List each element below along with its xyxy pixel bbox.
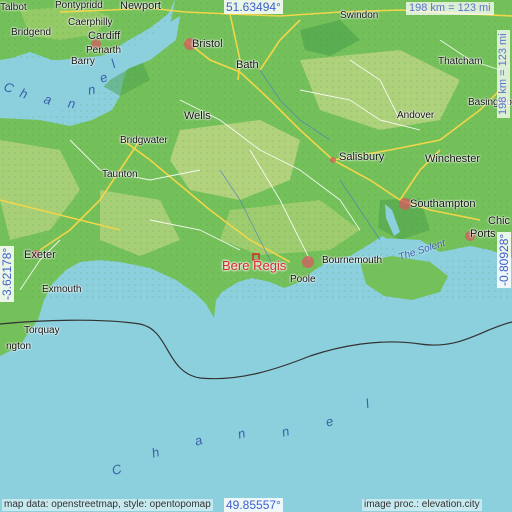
place-label-bath: Bath bbox=[236, 59, 259, 71]
coord-east: -0.80928° bbox=[497, 231, 511, 288]
credit-image-proc[interactable]: image proc.: elevation.city bbox=[362, 499, 482, 511]
place-label-winchester: Winchester bbox=[425, 153, 481, 165]
map-canvas[interactable]: Talbot Pontypridd Newport Caerphilly Bri… bbox=[0, 0, 512, 512]
place-label-paignton: ngton bbox=[6, 341, 32, 352]
place-label-bournemouth: Bournemouth bbox=[322, 255, 383, 266]
place-label-taunton: Taunton bbox=[102, 169, 138, 180]
coord-south: 49.85557° bbox=[224, 498, 283, 512]
place-label-bridgend: Bridgend bbox=[11, 27, 52, 38]
place-label-bridgwater: Bridgwater bbox=[120, 135, 168, 146]
place-label-portsmouth: Ports bbox=[470, 228, 496, 240]
place-label-cardiff: Cardiff bbox=[88, 30, 121, 42]
place-label-poole: Poole bbox=[290, 274, 316, 285]
coord-north: 51.63494° bbox=[224, 0, 283, 14]
place-label-southampton: Southampton bbox=[410, 198, 476, 210]
place-label-pontypridd: Pontypridd bbox=[55, 0, 103, 11]
place-label-andover: Andover bbox=[397, 110, 435, 121]
credit-map-data[interactable]: map data: openstreetmap, style: opentopo… bbox=[2, 499, 213, 511]
place-label-salisbury: Salisbury bbox=[339, 151, 385, 163]
place-label-thatcham: Thatcham bbox=[438, 56, 483, 67]
place-label-chic: Chic bbox=[488, 215, 511, 227]
place-label-swindon: Swindon bbox=[340, 10, 379, 21]
scale-side: 198 km = 123 mi bbox=[497, 30, 510, 118]
place-label-barry: Barry bbox=[71, 56, 95, 67]
place-label-exmouth: Exmouth bbox=[42, 284, 82, 295]
coord-west: -3.62178° bbox=[0, 245, 14, 302]
place-label-bristol: Bristol bbox=[192, 38, 223, 50]
target-place-label: Bere Regis bbox=[222, 258, 287, 273]
terrain-layer bbox=[0, 0, 512, 512]
place-label-talbot: Talbot bbox=[0, 2, 27, 13]
place-label-torquay: Torquay bbox=[24, 325, 60, 336]
place-label-newport: Newport bbox=[120, 0, 161, 12]
place-label-exeter: Exeter bbox=[24, 249, 56, 261]
scale-top: 198 km = 123 mi bbox=[406, 2, 494, 15]
place-label-wells: Wells bbox=[184, 110, 211, 122]
place-label-caerphilly: Caerphilly bbox=[68, 17, 113, 28]
